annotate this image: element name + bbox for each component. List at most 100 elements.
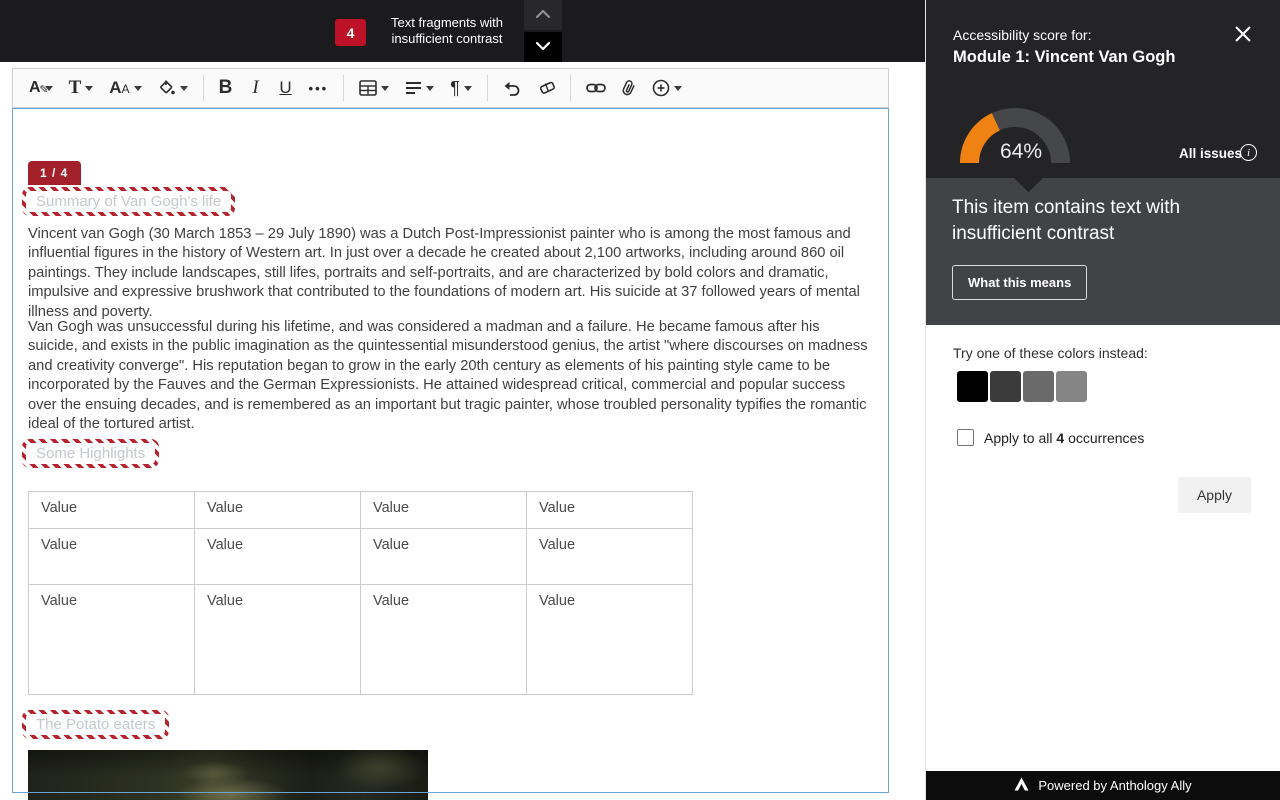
info-icon[interactable]: i [1240, 144, 1257, 161]
toolbar-divider [570, 75, 571, 101]
eraser-icon [537, 80, 555, 96]
text-color-button[interactable]: A✎ [24, 72, 58, 104]
chevron-down-icon [426, 86, 434, 91]
color-swatches [957, 371, 1087, 402]
ally-accessibility-panel: Accessibility score for: Module 1: Vince… [925, 0, 1280, 800]
chevron-up-icon [535, 6, 551, 24]
background-color-button[interactable] [153, 72, 193, 104]
color-swatch-black[interactable] [957, 371, 988, 402]
apply-all-checkbox[interactable] [957, 429, 974, 446]
chevron-down-icon [464, 86, 472, 91]
color-swatch-dark-gray[interactable] [990, 371, 1021, 402]
table-cell[interactable]: Value [527, 585, 693, 695]
heading-text: The Potato eaters [26, 714, 165, 735]
table-cell[interactable]: Value [527, 492, 693, 529]
table-button[interactable] [354, 72, 394, 104]
table-cell[interactable]: Value [527, 529, 693, 585]
attachment-button[interactable] [617, 72, 641, 104]
toolbar-divider [487, 75, 488, 101]
heading-text: Some Highlights [26, 443, 155, 464]
text-style-button[interactable]: T [64, 72, 99, 104]
apply-all-suffix: occurrences [1068, 430, 1144, 446]
table-cell[interactable]: Value [195, 529, 361, 585]
more-options-button[interactable]: ••• [304, 72, 334, 104]
insert-button[interactable] [647, 72, 687, 104]
paragraph-van-gogh-legacy[interactable]: Van Gogh was unsuccessful during his lif… [28, 318, 873, 434]
color-swatch-gray[interactable] [1023, 371, 1054, 402]
table-row: Value Value Value Value [29, 529, 693, 585]
apply-all-count: 4 [1056, 430, 1064, 446]
what-this-means-button[interactable]: What this means [952, 265, 1087, 300]
chevron-down-icon [180, 86, 188, 91]
chevron-down-icon [381, 86, 389, 91]
table-cell[interactable]: Value [29, 585, 195, 695]
chevron-down-icon [134, 86, 142, 91]
fragment-counter-badge: 1 / 4 [28, 161, 81, 185]
table-cell[interactable]: Value [195, 585, 361, 695]
flagged-heading-summary[interactable]: Summary of Van Gogh's life [22, 187, 235, 216]
color-suggestion-label: Try one of these colors instead: [953, 345, 1148, 361]
undo-icon [503, 81, 521, 96]
table-cell[interactable]: Value [29, 529, 195, 585]
link-icon [586, 82, 606, 94]
table-icon [359, 80, 377, 96]
color-swatch-light-gray[interactable] [1056, 371, 1087, 402]
flagged-heading-potato-eaters[interactable]: The Potato eaters [22, 710, 169, 739]
chevron-down-icon [85, 86, 93, 91]
toolbar-divider [203, 75, 204, 101]
paragraph-van-gogh-bio[interactable]: Vincent van Gogh (30 March 1853 – 29 Jul… [28, 225, 873, 322]
link-button[interactable] [581, 72, 611, 104]
table-cell[interactable]: Value [29, 492, 195, 529]
editor-toolbar: A✎ T AA B I U ••• [12, 68, 889, 108]
score-header-label: Accessibility score for: [953, 27, 1091, 43]
underline-icon: U [279, 78, 291, 98]
footer-label: Powered by Anthology Ally [1038, 778, 1191, 793]
table-cell[interactable]: Value [361, 492, 527, 529]
score-value: 64% [986, 140, 1056, 164]
italic-button[interactable]: I [244, 72, 268, 104]
contrast-toast-bar: 4 Text fragments with insufficient contr… [0, 0, 925, 62]
paint-bucket-icon [158, 79, 176, 97]
font-size-icon: AA [109, 78, 129, 98]
all-issues-link[interactable]: All issues [1179, 146, 1242, 161]
toast-message-line1: Text fragments with [376, 15, 518, 31]
alignment-button[interactable] [400, 72, 439, 104]
bold-icon: B [219, 77, 233, 99]
next-issue-button[interactable] [524, 32, 562, 62]
previous-issue-button[interactable] [524, 0, 562, 30]
underline-button[interactable]: U [274, 72, 298, 104]
issue-description-section: This item contains text with insufficien… [926, 178, 1280, 325]
toast-message: Text fragments with insufficient contras… [376, 15, 518, 47]
plus-circle-icon [652, 79, 670, 97]
ellipsis-icon: ••• [309, 81, 329, 96]
content-table: Value Value Value Value Value Value Valu… [28, 491, 693, 695]
flagged-heading-highlights[interactable]: Some Highlights [22, 439, 159, 468]
apply-all-row: Apply to all 4 occurrences [957, 429, 1144, 446]
editor-selection-border [12, 792, 889, 793]
bold-button[interactable]: B [214, 72, 238, 104]
editor-content[interactable]: 1 / 4 Summary of Van Gogh's life Vincent… [12, 108, 889, 793]
close-panel-button[interactable] [1231, 24, 1255, 48]
apply-all-label: Apply to all 4 occurrences [984, 430, 1144, 446]
table-row: Value Value Value Value [29, 585, 693, 695]
issue-count-badge: 4 [335, 19, 366, 46]
table-cell[interactable]: Value [361, 529, 527, 585]
text-color-icon: A✎ [29, 79, 41, 97]
undo-button[interactable] [498, 72, 526, 104]
font-size-button[interactable]: AA [104, 72, 146, 104]
apply-all-prefix: Apply to all [984, 430, 1052, 446]
module-title: Module 1: Vincent Van Gogh [953, 48, 1175, 67]
toast-message-line2: insufficient contrast [376, 31, 518, 47]
eraser-button[interactable] [532, 72, 560, 104]
remediation-section: Try one of these colors instead: Apply t… [926, 325, 1280, 771]
chevron-down-icon [674, 86, 682, 91]
score-header-section: Accessibility score for: Module 1: Vince… [926, 0, 1280, 178]
rich-text-editor: A✎ T AA B I U ••• [0, 62, 925, 800]
anthology-logo-icon [1014, 777, 1029, 794]
issue-title: This item contains text with insufficien… [952, 195, 1232, 247]
paragraph-format-button[interactable]: ¶ [445, 72, 477, 104]
close-icon [1234, 25, 1252, 48]
apply-button[interactable]: Apply [1178, 477, 1251, 513]
table-cell[interactable]: Value [361, 585, 527, 695]
table-cell[interactable]: Value [195, 492, 361, 529]
